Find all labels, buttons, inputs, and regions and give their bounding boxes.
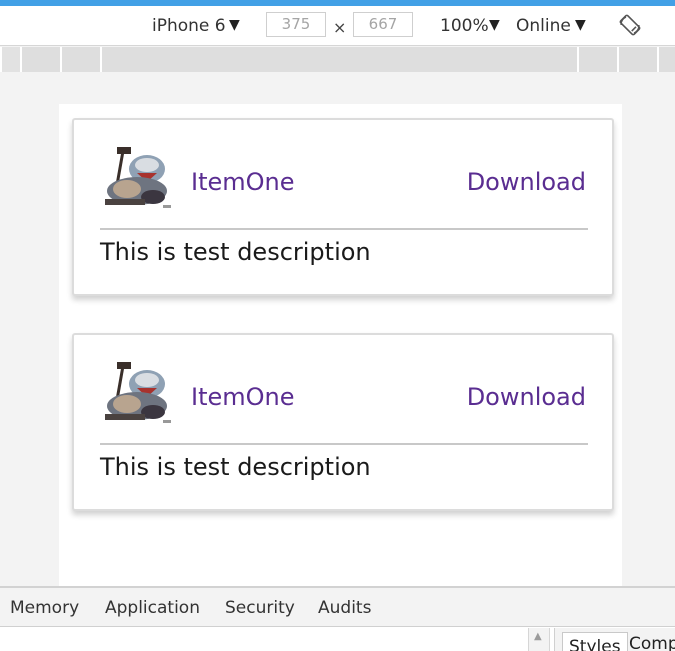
tab-memory[interactable]: Memory: [10, 598, 79, 618]
sidebar-pane-tabs: Styles Comp: [554, 628, 675, 651]
ruler-segment[interactable]: [0, 47, 20, 72]
network-dropdown-icon[interactable]: ▼: [575, 17, 586, 33]
network-select-label[interactable]: Online: [516, 16, 571, 36]
tab-application[interactable]: Application: [105, 598, 200, 618]
tab-styles[interactable]: Styles: [562, 632, 628, 651]
card-divider: [100, 443, 588, 445]
item-card: ItemOne Download This is test descriptio…: [72, 118, 614, 296]
scroll-up-button[interactable]: ▲: [528, 628, 550, 651]
item-description: This is test description: [100, 453, 371, 481]
device-dropdown-icon[interactable]: ▼: [229, 17, 240, 33]
device-select-label[interactable]: iPhone 6: [152, 16, 226, 36]
download-link[interactable]: Download: [467, 168, 586, 196]
card-divider: [100, 228, 588, 230]
tab-security[interactable]: Security: [225, 598, 295, 618]
zoom-select-label[interactable]: 100%: [440, 16, 489, 36]
item-title: ItemOne: [191, 168, 295, 196]
ruler-segment[interactable]: [100, 47, 577, 72]
ruler-segment[interactable]: [20, 47, 60, 72]
item-card: ItemOne Download This is test descriptio…: [72, 333, 614, 511]
download-link[interactable]: Download: [467, 383, 586, 411]
media-query-ruler: [0, 47, 675, 72]
tab-computed[interactable]: Comp: [629, 634, 675, 651]
ruler-segment[interactable]: [60, 47, 100, 72]
item-description: This is test description: [100, 238, 371, 266]
item-thumbnail-image: [101, 145, 175, 211]
rotate-icon[interactable]: [618, 13, 642, 37]
item-thumbnail-image: [101, 360, 175, 426]
ruler-segment[interactable]: [577, 47, 617, 72]
viewport-height-input[interactable]: 667: [353, 12, 413, 37]
ruler-segment[interactable]: [657, 47, 675, 72]
zoom-dropdown-icon[interactable]: ▼: [489, 17, 500, 33]
devtools-tab-bar: Memory Application Security Audits: [0, 586, 675, 627]
dimension-separator: ×: [333, 18, 347, 37]
device-toolbar: iPhone 6 ▼ 375 × 667 100% ▼ Online ▼: [0, 6, 675, 46]
item-title: ItemOne: [191, 383, 295, 411]
viewport-width-input[interactable]: 375: [266, 12, 326, 37]
tab-audits[interactable]: Audits: [318, 598, 371, 618]
ruler-segment[interactable]: [617, 47, 657, 72]
scroll-up-icon: ▲: [534, 631, 542, 642]
